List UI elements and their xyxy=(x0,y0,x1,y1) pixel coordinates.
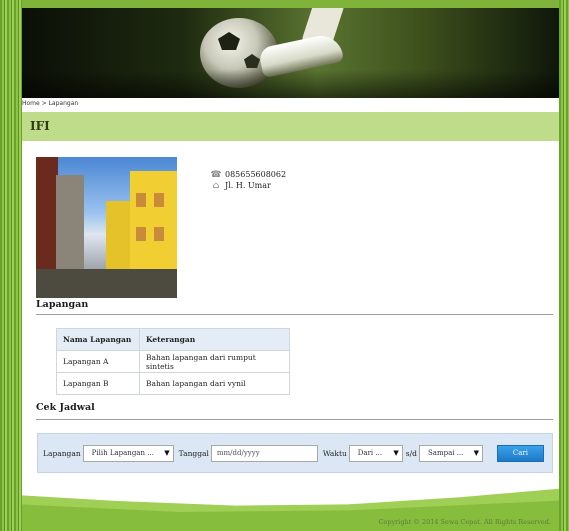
page-container: Home > Lapangan IFI ☎ 085655608062 ⌂ Jl.… xyxy=(22,8,559,531)
breadcrumb-separator: > xyxy=(41,100,47,107)
cek-jadwal-divider xyxy=(36,419,553,420)
chevron-down-icon: ▼ xyxy=(164,449,170,457)
header-banner xyxy=(22,8,559,98)
phone-icon: ☎ xyxy=(210,169,222,180)
banner-shade xyxy=(22,70,559,98)
column-header-desc: Keterangan xyxy=(139,328,290,351)
row-name: Lapangan A xyxy=(56,350,140,373)
row-name: Lapangan B xyxy=(56,372,140,395)
grass-background-right xyxy=(559,0,569,531)
table-row: Lapangan A Bahan lapangan dari rumput si… xyxy=(56,350,290,373)
copyright-text: Copyright © 2014 Sewa Cepat. All Rights … xyxy=(378,518,551,526)
schedule-filter-bar: Lapangan Pilih Lapangan ... ▼ Tanggal mm… xyxy=(37,433,553,473)
venue-address: Jl. H. Umar xyxy=(225,181,271,190)
chevron-down-icon: ▼ xyxy=(473,449,479,457)
breadcrumb-home-link[interactable]: Home xyxy=(22,100,40,107)
footer: Copyright © 2014 Sewa Cepat. All Rights … xyxy=(22,478,559,531)
lapangan-table: Nama Lapangan Keterangan Lapangan A Baha… xyxy=(56,328,290,395)
sampai-select-value: Sampai ... xyxy=(427,449,464,457)
sd-label: s/d xyxy=(405,448,417,458)
venue-title-bar: IFI xyxy=(22,112,559,141)
dari-select[interactable]: Dari ... ▼ xyxy=(348,444,403,462)
grass-background-left xyxy=(0,0,22,531)
cari-button[interactable]: Cari xyxy=(496,444,544,462)
row-desc: Bahan lapangan dari vynil xyxy=(139,372,290,395)
row-desc: Bahan lapangan dari rumput sintetis xyxy=(139,350,290,373)
lapangan-select-value: Pilih Lapangan ... xyxy=(91,449,154,457)
lapangan-heading: Lapangan xyxy=(36,299,89,310)
home-icon: ⌂ xyxy=(212,180,220,191)
sampai-select[interactable]: Sampai ... ▼ xyxy=(418,444,483,462)
lapangan-select[interactable]: Pilih Lapangan ... ▼ xyxy=(82,444,174,462)
tanggal-label: Tanggal xyxy=(178,448,209,458)
dari-select-value: Dari ... xyxy=(357,449,383,457)
waktu-label: Waktu xyxy=(322,448,347,458)
column-header-name: Nama Lapangan xyxy=(56,328,140,351)
venue-photo xyxy=(36,157,177,298)
tanggal-placeholder: mm/dd/yyyy xyxy=(216,449,260,457)
breadcrumb: Home > Lapangan xyxy=(22,100,78,107)
venue-phone: 085655608062 xyxy=(225,170,287,179)
chevron-down-icon: ▼ xyxy=(393,449,399,457)
breadcrumb-current: Lapangan xyxy=(48,100,79,107)
lapangan-divider xyxy=(36,314,553,315)
cek-jadwal-heading: Cek Jadwal xyxy=(36,402,95,413)
venue-contact: ☎ 085655608062 ⌂ Jl. H. Umar xyxy=(209,169,286,191)
table-row: Lapangan B Bahan lapangan dari vynil xyxy=(56,372,290,395)
venue-name: IFI xyxy=(30,119,50,133)
lapangan-label: Lapangan xyxy=(43,448,81,458)
tanggal-input[interactable]: mm/dd/yyyy xyxy=(210,444,318,462)
